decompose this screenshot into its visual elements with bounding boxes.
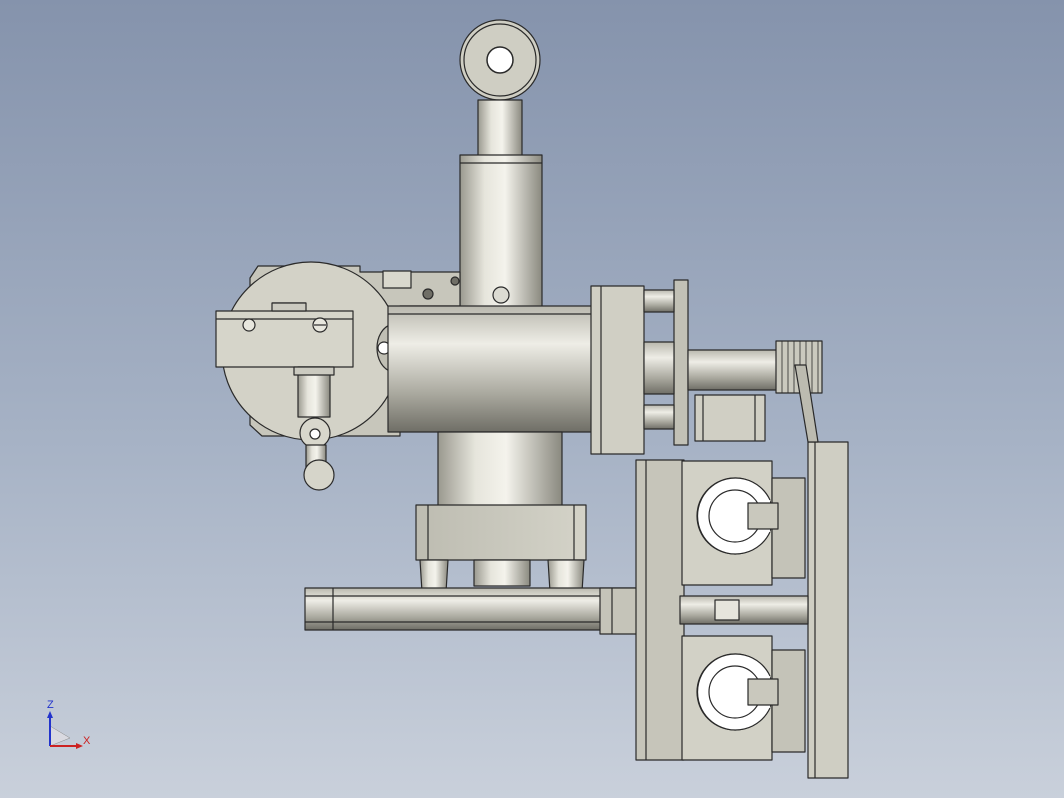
fitting-center — [473, 559, 531, 587]
handle-knob — [303, 459, 335, 491]
cad-viewport[interactable]: Z X — [0, 0, 1064, 798]
upper-jaw-block — [681, 460, 806, 586]
triad-plane-icon — [49, 725, 71, 747]
z-axis-label: Z — [47, 699, 54, 711]
long-horizontal-bar — [304, 587, 636, 631]
main-horizontal-cylinder — [387, 305, 597, 433]
gripper-frame — [635, 459, 685, 761]
middle-shaft — [679, 595, 809, 625]
piston-rod — [477, 99, 523, 159]
vertical-plate — [673, 279, 689, 446]
fitting-left — [419, 559, 449, 593]
x-axis-label: X — [83, 735, 91, 747]
drive-shaft — [687, 349, 779, 391]
flange-block — [590, 285, 645, 455]
housing-nut — [382, 270, 412, 289]
right-support-plate — [807, 441, 849, 779]
mechanical-assembly-model[interactable] — [0, 0, 1064, 798]
upper-cylinder — [459, 154, 543, 308]
cylinder-port — [492, 286, 510, 304]
lower-body — [437, 431, 563, 507]
fitting-right — [547, 559, 585, 593]
base-block — [415, 504, 587, 561]
lower-jaw-block — [681, 635, 806, 761]
rod-eye — [459, 19, 541, 101]
